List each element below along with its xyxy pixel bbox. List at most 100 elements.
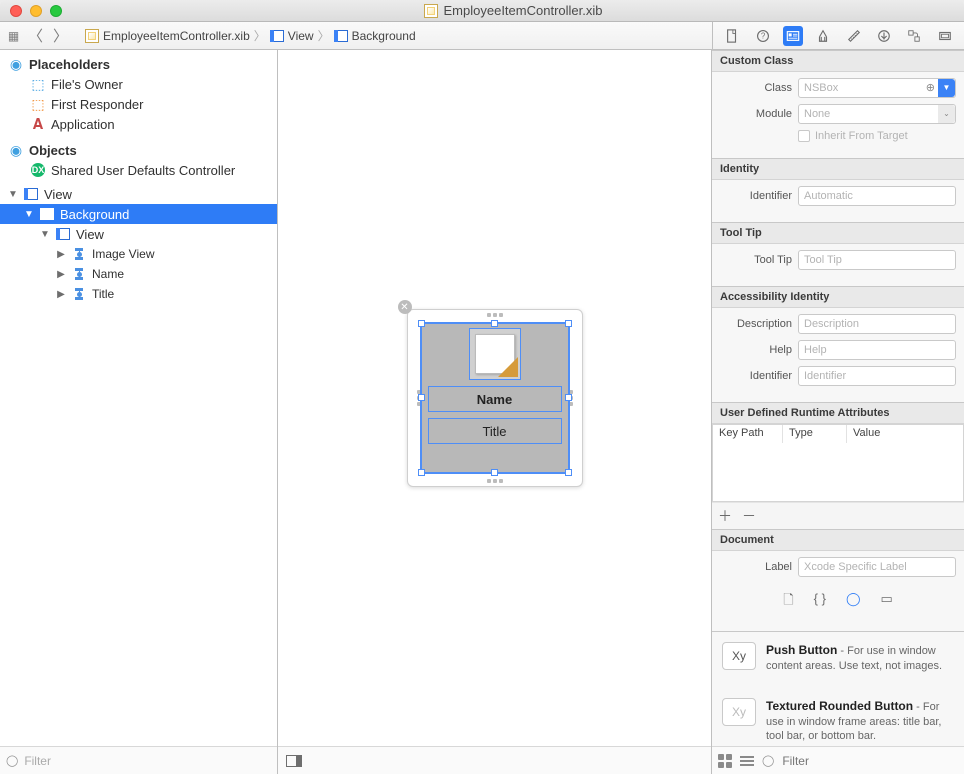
outline-item-inner-view[interactable]: ▼View (0, 224, 277, 244)
objects-heading: Objects (29, 143, 77, 158)
disclosure-triangle-icon[interactable]: ▼ (40, 229, 50, 240)
minimize-window-icon[interactable] (30, 5, 42, 17)
object-library: Xy Push Button - For use in window conte… (712, 631, 964, 746)
forward-button[interactable]: 〉 (50, 25, 71, 46)
outline-filter-bar: ◯ (0, 746, 277, 774)
canvas-title-field[interactable]: Title (428, 418, 562, 444)
remove-attribute-button[interactable]: － (742, 506, 756, 526)
window-title: EmployeeItemController.xib (444, 3, 603, 18)
library-item[interactable]: Xy Push Button - For use in window conte… (712, 632, 964, 688)
document-outline: ◉Placeholders ⬚File's Owner ⬚First Respo… (0, 50, 278, 774)
inherit-checkbox[interactable]: Inherit From Target (798, 130, 956, 142)
disclosure-triangle-icon[interactable]: ▼ (24, 209, 34, 220)
attributes-inspector-tab[interactable] (813, 26, 833, 46)
close-icon[interactable]: ✕ (398, 300, 412, 314)
cube-icon: ⬚ (30, 76, 46, 92)
constraint-icon (72, 247, 86, 261)
outline-item-title[interactable]: ▶Title (0, 284, 277, 304)
tooltip-field[interactable]: Tool Tip (798, 250, 956, 270)
add-attribute-button[interactable]: ＋ (718, 506, 732, 526)
code-snippet-tab[interactable]: { } (814, 591, 826, 613)
canvas-view[interactable]: ✕ Name Title (407, 309, 583, 487)
custom-class-header: Custom Class (712, 50, 964, 72)
cube-icon: ◉ (8, 142, 24, 158)
canvas-image-well[interactable] (469, 328, 521, 380)
ax-description-field[interactable]: Description (798, 314, 956, 334)
jump-bar-crumb[interactable]: Background (334, 29, 416, 43)
outline-item-view[interactable]: ▼View (0, 184, 277, 204)
close-window-icon[interactable] (10, 5, 22, 17)
view-icon (334, 30, 348, 42)
defaults-icon: DX (31, 163, 45, 177)
button-thumb-icon: Xy (722, 698, 756, 726)
outline-item-shared-defaults[interactable]: DXShared User Defaults Controller (0, 160, 277, 180)
effects-inspector-tab[interactable] (935, 26, 955, 46)
view-icon (56, 228, 70, 240)
plus-icon[interactable]: ⊕ (926, 81, 935, 94)
filter-icon: ◯ (6, 754, 18, 767)
image-placeholder-icon (475, 334, 515, 374)
view-icon (24, 188, 38, 200)
bindings-inspector-tab[interactable] (904, 26, 924, 46)
grid-view-icon[interactable] (718, 754, 732, 768)
list-view-icon[interactable] (740, 756, 754, 766)
zoom-window-icon[interactable] (50, 5, 62, 17)
canvas-name-field[interactable]: Name (428, 386, 562, 412)
canvas[interactable]: ✕ Name Title (278, 50, 712, 774)
disclosure-triangle-icon[interactable]: ▶ (56, 249, 66, 260)
outline-item-name[interactable]: ▶Name (0, 264, 277, 284)
connections-inspector-tab[interactable] (874, 26, 894, 46)
svg-text:?: ? (760, 31, 765, 40)
view-icon (40, 208, 54, 220)
document-header: Document (712, 529, 964, 551)
ax-help-field[interactable]: Help (798, 340, 956, 360)
toggle-outline-button[interactable] (286, 755, 302, 767)
outline-item-files-owner[interactable]: ⬚File's Owner (0, 74, 277, 94)
constraint-icon (72, 267, 86, 281)
file-inspector-tab[interactable] (722, 26, 742, 46)
cube-icon: ⬚ (30, 96, 46, 112)
class-combo[interactable]: NSBox⊕▼ (798, 78, 956, 98)
udra-header: User Defined Runtime Attributes (712, 402, 964, 424)
tooltip-header: Tool Tip (712, 222, 964, 244)
outline-item-application[interactable]: 𝐀Application (0, 114, 277, 134)
identity-inspector-tab[interactable] (783, 26, 803, 46)
filter-icon: ◯ (762, 754, 774, 767)
file-template-tab[interactable]: 🗋 (783, 591, 793, 613)
size-inspector-tab[interactable] (844, 26, 864, 46)
media-library-tab[interactable]: ▭ (881, 591, 893, 613)
window-titlebar: EmployeeItemController.xib (0, 0, 964, 22)
jump-bar-file[interactable]: EmployeeItemController.xib 〉 (85, 27, 266, 44)
module-combo[interactable]: None⌄ (798, 104, 956, 124)
document-label-field[interactable]: Xcode Specific Label (798, 557, 956, 577)
object-library-tab[interactable]: ◯ (846, 591, 861, 613)
disclosure-triangle-icon[interactable]: ▶ (56, 289, 66, 300)
related-items-icon[interactable]: ▦ (6, 28, 21, 43)
ax-identifier-field[interactable]: Identifier (798, 366, 956, 386)
library-filter-input[interactable] (782, 754, 958, 768)
inspector-panel: Custom Class Class NSBox⊕▼ Module None⌄ … (712, 50, 964, 774)
outline-filter-input[interactable] (24, 754, 271, 768)
chevron-down-icon[interactable]: ▼ (938, 79, 955, 97)
constraint-icon (72, 287, 86, 301)
library-item[interactable]: Xy Textured Rounded Button - For use in … (712, 688, 964, 746)
udra-table[interactable]: Key Path Type Value (712, 424, 964, 502)
back-button[interactable]: 〈 (25, 25, 46, 46)
quick-help-tab[interactable]: ? (753, 26, 773, 46)
app-icon: 𝐀 (30, 116, 46, 132)
inspector-tab-bar: ? (712, 22, 964, 49)
accessibility-header: Accessibility Identity (712, 286, 964, 308)
disclosure-triangle-icon[interactable]: ▶ (56, 269, 66, 280)
outline-item-background[interactable]: ▼Background (0, 204, 277, 224)
view-icon (270, 30, 284, 42)
jump-bar-crumb[interactable]: View 〉 (270, 27, 330, 44)
chevron-down-icon[interactable]: ⌄ (938, 105, 955, 123)
library-filter-bar: ◯ (712, 746, 964, 774)
button-thumb-icon: Xy (722, 642, 756, 670)
canvas-background-box[interactable]: Name Title (420, 322, 570, 474)
disclosure-triangle-icon[interactable]: ▼ (8, 189, 18, 200)
identifier-field[interactable]: Automatic (798, 186, 956, 206)
outline-item-image-view[interactable]: ▶Image View (0, 244, 277, 264)
outline-item-first-responder[interactable]: ⬚First Responder (0, 94, 277, 114)
file-icon (85, 29, 99, 43)
